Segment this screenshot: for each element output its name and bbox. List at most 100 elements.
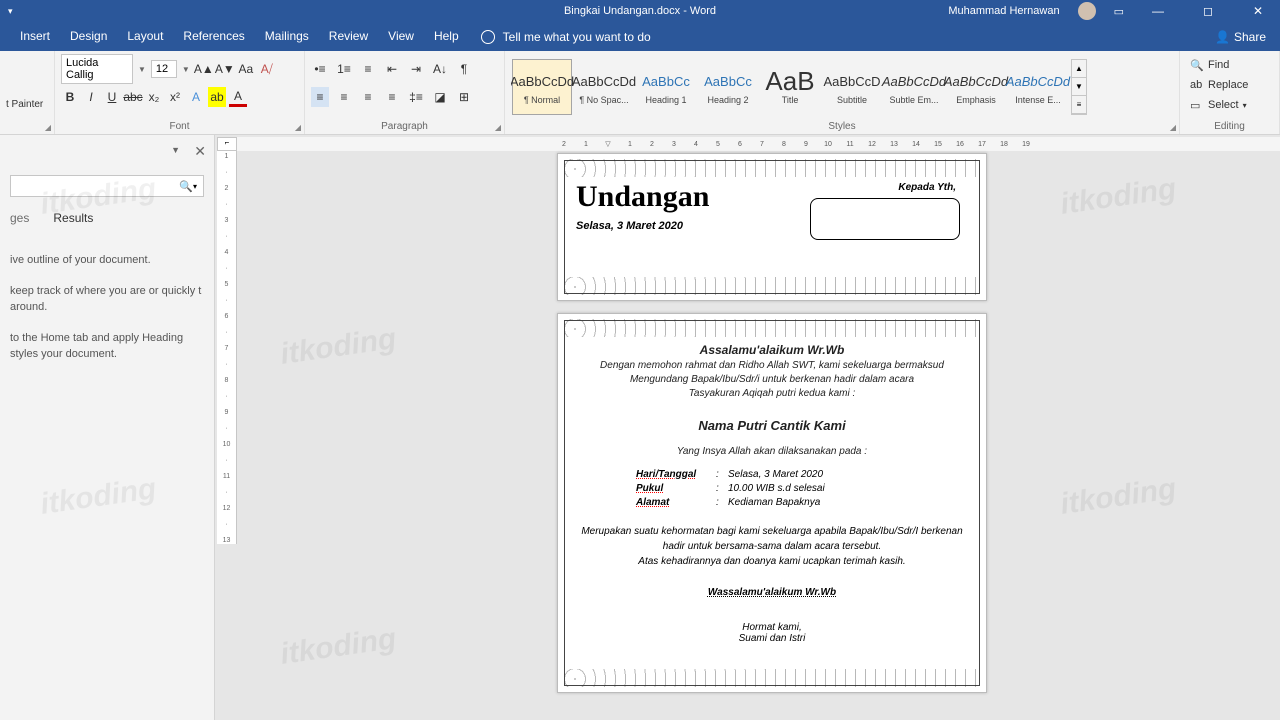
subscript-button[interactable]: x₂ [145,87,163,107]
clear-format-button[interactable]: A⧸ [258,59,276,79]
tab-references[interactable]: References [173,22,254,51]
group-label: Font [55,121,304,132]
cursor-icon: ▭ [1190,99,1204,112]
clipboard-dialog-icon[interactable]: ◢ [45,123,51,132]
vertical-ruler[interactable]: 1·2·3·4·5·6·7·8·9·10·11·12·13 [217,151,237,544]
styles-dialog-icon[interactable]: ◢ [1170,123,1176,132]
font-dialog-icon[interactable]: ◢ [295,123,301,132]
ribbon-tabs: Insert Design Layout References Mailings… [0,22,1280,51]
tab-view[interactable]: View [378,22,424,51]
chevron-down-icon[interactable]: ▼ [136,65,148,74]
style-heading-2[interactable]: AaBbCcHeading 2 [698,59,758,115]
show-marks-button[interactable]: ¶ [455,59,473,79]
search-icon: 🔍 [1190,59,1204,72]
share-icon: 👤 [1215,30,1230,44]
group-font: Lucida Callig ▼ 12 ▼ A▲ A▼ Aa A⧸ B I U a… [55,51,305,134]
kepada-label: Kepada Yth, [898,182,956,193]
shrink-font-button[interactable]: A▼ [216,59,234,79]
highlight-button[interactable]: ab [208,87,226,107]
strike-button[interactable]: abc [124,87,142,107]
shading-button[interactable]: ◪ [431,87,449,107]
font-size-select[interactable]: 12 [151,60,177,78]
align-right-button[interactable]: ≡ [359,87,377,107]
group-editing: 🔍Find abReplace ▭Select ▾ Editing [1180,51,1280,134]
tab-design[interactable]: Design [60,22,117,51]
salam: Assalamu'alaikum Wr.Wb [576,342,968,359]
format-painter-button[interactable]: t Painter [6,99,48,110]
title-bar: ▾ Bingkai Undangan.docx - Word Muhammad … [0,0,1280,22]
ribbon-display-icon[interactable]: ▭ [1114,5,1124,18]
line-spacing-button[interactable]: ‡≡ [407,87,425,107]
indent-right-button[interactable]: ⇥ [407,59,425,79]
recipient-box [810,198,960,240]
user-name[interactable]: Muhammad Hernawan [948,5,1059,17]
borders-button[interactable]: ⊞ [455,87,473,107]
italic-button[interactable]: I [82,87,100,107]
chevron-down-icon[interactable]: ▼ [180,65,192,74]
justify-button[interactable]: ≡ [383,87,401,107]
minimize-button[interactable]: — [1142,4,1174,18]
change-case-button[interactable]: Aa [237,59,255,79]
grow-font-button[interactable]: A▲ [195,59,213,79]
navigation-pane: ▼ ✕ 🔍 ▾ ges Results ive outline of your … [0,135,215,720]
document-canvas[interactable]: 21▽12345678910111213141516171819 Undanga… [237,135,1280,720]
style-heading-1[interactable]: AaBbCcHeading 1 [636,59,696,115]
invitation-header-card: Undangan Selasa, 3 Maret 2020 Kepada Yth… [557,153,987,301]
superscript-button[interactable]: x² [166,87,184,107]
tab-help[interactable]: Help [424,22,469,51]
font-color-button[interactable]: A [229,87,247,107]
ribbon: t Painter ◢ Lucida Callig ▼ 12 ▼ A▲ A▼ A… [0,51,1280,135]
find-button[interactable]: 🔍Find [1186,55,1273,75]
align-center-button[interactable]: ≡ [335,87,353,107]
indent-left-button[interactable]: ⇤ [383,59,401,79]
tab-mailings[interactable]: Mailings [255,22,319,51]
child-name: Nama Putri Cantik Kami [576,417,968,435]
event-details: Hari/Tanggal:Selasa, 3 Maret 2020 Pukul:… [636,469,968,508]
underline-button[interactable]: U [103,87,121,107]
select-button[interactable]: ▭Select ▾ [1186,95,1273,115]
nav-dropdown-icon[interactable]: ▼ [171,145,180,155]
group-label: Styles [505,121,1179,132]
maximize-button[interactable]: ◻ [1192,4,1224,18]
close-button[interactable]: ✕ [1242,4,1274,18]
group-styles: AaBbCcDd¶ NormalAaBbCcDd¶ No Spac...AaBb… [505,51,1180,134]
style-emphasis[interactable]: AaBbCcDdEmphasis [946,59,1006,115]
tab-layout[interactable]: Layout [117,22,173,51]
text-effects-button[interactable]: A [187,87,205,107]
share-button[interactable]: 👤 Share [1215,30,1280,44]
ruler-corner[interactable]: ⌐ [217,137,237,151]
align-left-button[interactable]: ≡ [311,87,329,107]
search-icon: 🔍 [179,180,193,193]
group-label: Editing [1180,121,1279,132]
font-name-select[interactable]: Lucida Callig [61,54,133,84]
paragraph-dialog-icon[interactable]: ◢ [495,123,501,132]
style-title[interactable]: AaBTitle [760,59,820,115]
tell-me[interactable]: Tell me what you want to do [481,30,651,44]
styles-scroll[interactable]: ▲▼≡ [1071,59,1087,115]
horizontal-ruler[interactable]: 21▽12345678910111213141516171819 [237,137,1280,151]
group-paragraph: •≡ 1≡ ≡ ⇤ ⇥ A↓ ¶ ≡ ≡ ≡ ≡ ‡≡ ◪ ⊞ Paragrap… [305,51,505,134]
tab-insert[interactable]: Insert [10,22,60,51]
style-intense-e---[interactable]: AaBbCcDdIntense E... [1008,59,1068,115]
multilevel-button[interactable]: ≡ [359,59,377,79]
nav-tab-pages[interactable]: ges [10,211,29,225]
nav-tab-results[interactable]: Results [53,211,93,225]
style---normal[interactable]: AaBbCcDd¶ Normal [512,59,572,115]
numbering-button[interactable]: 1≡ [335,59,353,79]
sort-button[interactable]: A↓ [431,59,449,79]
style-subtle-em---[interactable]: AaBbCcDdSubtle Em... [884,59,944,115]
invitation-body-card: Assalamu'alaikum Wr.Wb Dengan memohon ra… [557,313,987,693]
nav-body: ive outline of your document. keep track… [10,253,204,362]
qat-dropdown-icon[interactable]: ▾ [8,6,13,17]
user-avatar[interactable] [1078,2,1096,20]
close-pane-button[interactable]: ✕ [194,143,206,160]
bold-button[interactable]: B [61,87,79,107]
replace-button[interactable]: abReplace [1186,75,1273,95]
bulb-icon [481,30,495,44]
nav-search-input[interactable]: 🔍 ▾ [10,175,204,197]
style---no-spac---[interactable]: AaBbCcDd¶ No Spac... [574,59,634,115]
replace-icon: ab [1190,79,1204,91]
style-subtitle[interactable]: AaBbCcDSubtitle [822,59,882,115]
bullets-button[interactable]: •≡ [311,59,329,79]
tab-review[interactable]: Review [319,22,378,51]
